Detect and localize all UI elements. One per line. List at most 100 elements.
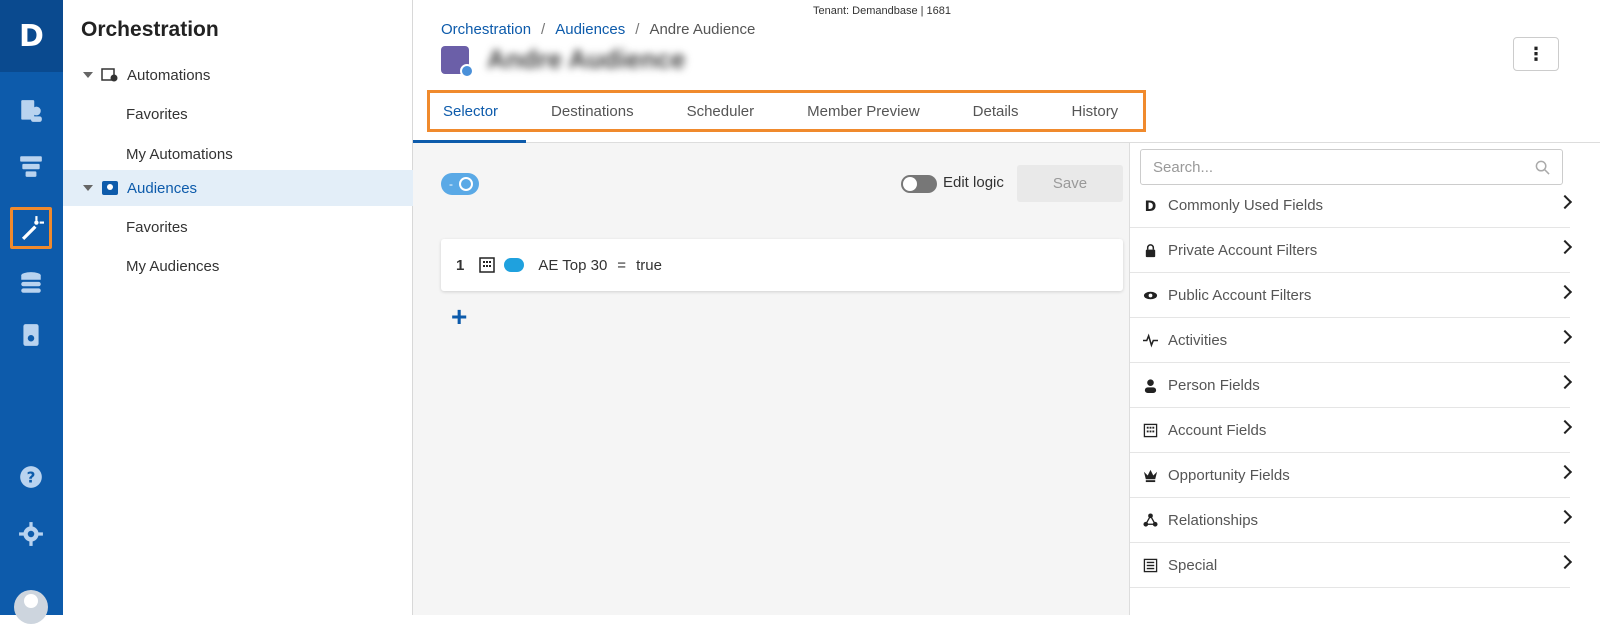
svg-text:?: ? <box>27 468 36 486</box>
demandbase-logo[interactable]: D <box>0 0 63 72</box>
refresh-icon <box>459 177 473 191</box>
tab-details[interactable]: Details <box>973 103 1019 120</box>
field-category-relationships[interactable]: Relationships <box>1130 498 1573 543</box>
rule-row[interactable]: 1 AE Top 30 = true <box>441 239 1123 291</box>
field-category-commonly-used[interactable]: D Commonly Used Fields <box>1130 183 1573 228</box>
tenant-label: Tenant: Demandbase | 1681 <box>813 5 952 17</box>
field-category-opportunity[interactable]: Opportunity Fields <box>1130 453 1573 498</box>
help-icon[interactable]: ? <box>10 456 52 498</box>
building-icon <box>1142 422 1158 438</box>
field-category-label: Opportunity Fields <box>1168 466 1290 484</box>
funnel-icon[interactable] <box>10 145 52 187</box>
nav-item-my-automations[interactable]: My Automations <box>63 136 413 172</box>
chevron-right-icon <box>1557 464 1573 480</box>
audience-icon <box>101 179 119 197</box>
nav-item-automations[interactable]: Automations <box>63 57 413 93</box>
chevron-right-icon <box>1557 554 1573 570</box>
eye-icon <box>1142 287 1158 303</box>
toggle-label: - <box>449 177 453 191</box>
device-icon[interactable] <box>10 314 52 356</box>
rule-number: 1 <box>456 256 465 274</box>
chevron-right-icon <box>1557 239 1573 255</box>
audience-badge-icon <box>460 64 474 78</box>
field-category-activities[interactable]: Activities <box>1130 318 1573 363</box>
main-area: Tenant: Demandbase | 1681 Orchestration … <box>413 0 1600 615</box>
logic-mode-toggle[interactable]: - <box>441 173 479 195</box>
field-category-label: Relationships <box>1168 511 1259 529</box>
rule-field: AE Top 30 <box>538 256 608 274</box>
caret-down-icon[interactable] <box>83 72 93 78</box>
tab-selector[interactable]: Selector <box>443 103 498 120</box>
field-category-account[interactable]: Account Fields <box>1130 408 1573 453</box>
automation-icon <box>101 66 119 84</box>
breadcrumb-orchestration[interactable]: Orchestration <box>441 21 531 38</box>
search-icon <box>1535 160 1550 175</box>
breadcrumb-audiences[interactable]: Audiences <box>555 21 625 38</box>
orchestration-nav: Orchestration Automations Favorites My A… <box>63 0 413 615</box>
field-category-private-account[interactable]: Private Account Filters <box>1130 228 1573 273</box>
nav-item-audiences[interactable]: Audiences <box>63 170 413 206</box>
nav-item-label: Audiences <box>127 179 198 197</box>
lock-icon <box>1142 242 1158 258</box>
breadcrumb-separator: / <box>635 21 640 38</box>
accounts-icon[interactable] <box>10 90 52 132</box>
tab-scheduler[interactable]: Scheduler <box>687 103 755 120</box>
tab-history[interactable]: History <box>1072 103 1119 120</box>
field-category-special[interactable]: Special <box>1130 543 1573 588</box>
chevron-right-icon <box>1557 509 1573 525</box>
network-icon <box>1142 512 1158 528</box>
search-placeholder: Search... <box>1153 158 1214 176</box>
breadcrumb-current: Andre Audience <box>649 21 756 38</box>
search-input[interactable]: Search... <box>1140 149 1563 185</box>
field-category-label: Activities <box>1168 331 1228 349</box>
nav-item-automation-favorites[interactable]: Favorites <box>63 96 413 132</box>
svg-text:D: D <box>1144 199 1156 213</box>
page-header: Tenant: Demandbase | 1681 Orchestration … <box>413 0 1600 143</box>
chevron-right-icon <box>1557 374 1573 390</box>
field-library-panel: Search... D Commonly Used Fields Private… <box>1129 143 1600 615</box>
nav-title: Orchestration <box>81 18 219 41</box>
app-rail: D ? <box>0 0 63 624</box>
orchestration-wand-icon[interactable] <box>10 207 52 249</box>
building-icon <box>478 256 496 274</box>
chevron-right-icon <box>1557 329 1573 345</box>
field-category-public-account[interactable]: Public Account Filters <box>1130 273 1573 318</box>
rule-operator: = <box>617 256 627 274</box>
add-rule-button[interactable]: + <box>451 301 467 333</box>
nav-item-audience-favorites[interactable]: Favorites <box>63 209 413 245</box>
tab-member-preview[interactable]: Member Preview <box>807 103 920 120</box>
edit-logic-label: Edit logic <box>943 174 1004 191</box>
pulse-icon <box>1142 332 1158 348</box>
field-category-label: Commonly Used Fields <box>1168 196 1324 214</box>
field-category-person[interactable]: Person Fields <box>1130 363 1573 408</box>
person-icon <box>1142 377 1158 393</box>
tab-bar: Selector Destinations Scheduler Member P… <box>427 90 1146 132</box>
salesforce-icon <box>504 258 525 272</box>
settings-gear-icon[interactable] <box>10 513 52 555</box>
nav-item-my-audiences[interactable]: My Audiences <box>63 248 413 284</box>
selector-panel: - Edit logic Save 1 AE Top 30 = true + <box>413 143 1129 615</box>
save-button[interactable]: Save <box>1017 165 1123 202</box>
nav-item-label: Automations <box>127 66 211 84</box>
breadcrumb: Orchestration / Audiences / Andre Audien… <box>441 21 755 38</box>
more-options-button[interactable]: ⋮ <box>1513 37 1559 71</box>
caret-down-icon[interactable] <box>83 185 93 191</box>
field-category-label: Account Fields <box>1168 421 1267 439</box>
chevron-right-icon <box>1557 284 1573 300</box>
edit-logic-toggle[interactable] <box>901 175 937 193</box>
tab-destinations[interactable]: Destinations <box>551 103 634 120</box>
field-category-label: Person Fields <box>1168 376 1260 394</box>
chevron-right-icon <box>1557 194 1573 210</box>
database-icon[interactable] <box>10 262 52 304</box>
demandbase-d-icon: D <box>1142 197 1158 213</box>
user-avatar[interactable] <box>14 590 48 624</box>
crown-icon <box>1142 467 1158 483</box>
field-category-label: Public Account Filters <box>1168 286 1312 304</box>
nav-item-label: My Audiences <box>126 257 220 275</box>
list-icon <box>1142 557 1158 573</box>
nav-item-label: Favorites <box>126 218 188 236</box>
field-category-label: Private Account Filters <box>1168 241 1318 259</box>
breadcrumb-separator: / <box>541 21 546 38</box>
page-title: Andre Audience <box>487 44 686 74</box>
rule-value: true <box>636 256 662 274</box>
